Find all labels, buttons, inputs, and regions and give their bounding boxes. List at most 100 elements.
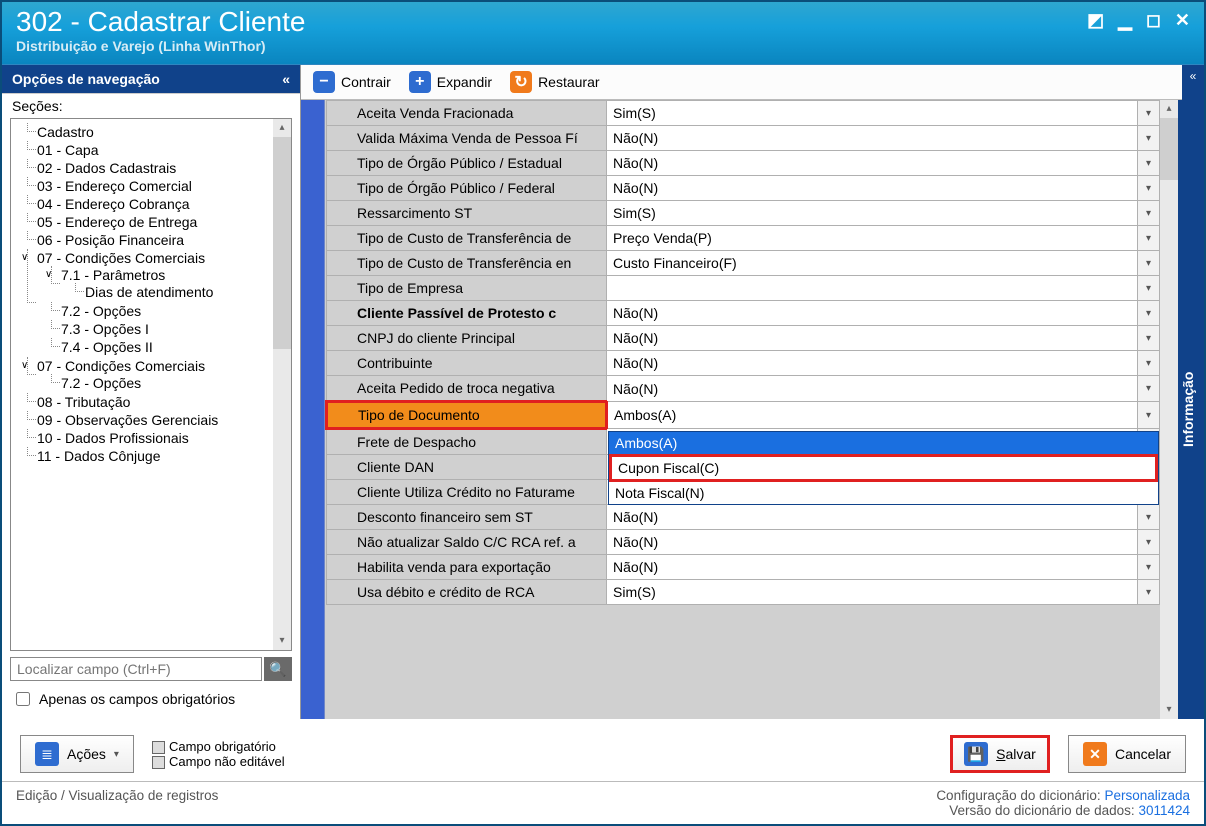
tree-item[interactable]: 03 - Endereço Comercial [27, 177, 271, 195]
save-button[interactable]: 💾 SSalvaralvar [950, 735, 1050, 773]
property-value[interactable]: Preço Venda(P)▾ [607, 226, 1160, 251]
property-label: Cliente Utiliza Crédito no Faturame [327, 480, 607, 505]
tree-item[interactable]: 09 - Observações Gerenciais [27, 411, 271, 429]
chevron-down-icon[interactable]: ▾ [1137, 376, 1159, 401]
tree-item[interactable]: ∨07 - Condições Comerciais 7.2 - Opções [27, 357, 271, 393]
save-icon: 💾 [964, 742, 988, 766]
tree-item[interactable]: 02 - Dados Cadastrais [27, 159, 271, 177]
tree-item[interactable]: 05 - Endereço de Entrega [27, 213, 271, 231]
only-required-checkbox[interactable]: Apenas os campos obrigatórios [2, 685, 300, 719]
chevron-down-icon[interactable]: ▾ [1137, 351, 1159, 375]
chevron-down-icon[interactable]: ▾ [1137, 176, 1159, 200]
dropdown-option[interactable]: Cupon Fiscal(C) [609, 454, 1158, 482]
tree-scrollbar[interactable]: ▴▾ [273, 119, 291, 650]
legend: Campo obrigatório Campo não editável [152, 739, 285, 769]
dict-config-link[interactable]: Personalizada [1104, 788, 1190, 803]
grid-gutter [301, 100, 325, 719]
property-value[interactable]: Não(N)▾ [607, 376, 1160, 402]
tree-item[interactable]: 7.3 - Opções I [51, 320, 271, 338]
chevron-down-icon[interactable]: ▾ [1137, 530, 1159, 554]
property-value[interactable]: Não(N)▾ [607, 326, 1160, 351]
nav-header: Opções de navegação « [2, 65, 300, 93]
window-maximize-icon[interactable]: ◻ [1146, 10, 1161, 31]
property-value[interactable]: Não(N)▾ [607, 126, 1160, 151]
property-label: Tipo de Documento [327, 402, 607, 429]
right-collapse-icon[interactable]: « [1182, 65, 1204, 100]
window-close-icon[interactable]: ✕ [1175, 10, 1190, 31]
property-value[interactable]: Não(N)▾ [607, 301, 1160, 326]
chevron-down-icon[interactable]: ▾ [1137, 201, 1159, 225]
search-button[interactable]: 🔍 [264, 657, 292, 681]
property-value[interactable]: Não(N)▾ [607, 505, 1160, 530]
tree-item[interactable]: 04 - Endereço Cobrança [27, 195, 271, 213]
plus-icon: + [409, 71, 431, 93]
tree-item[interactable]: ∨7.1 - Parâmetros Dias de atendimento [51, 266, 271, 302]
nav-collapse-icon[interactable]: « [282, 71, 290, 87]
dict-version-link[interactable]: 3011424 [1138, 803, 1190, 818]
dropdown-menu[interactable]: Ambos(A)Cupon Fiscal(C)Nota Fiscal(N) [608, 431, 1159, 505]
property-value[interactable]: Ambos(A)▾Ambos(A)Cupon Fiscal(C)Nota Fis… [607, 402, 1160, 429]
chevron-down-icon[interactable]: ▾ [1137, 151, 1159, 175]
property-value[interactable]: Não(N)▾ [607, 351, 1160, 376]
property-label: Tipo de Custo de Transferência en [327, 251, 607, 276]
tree-item[interactable]: 11 - Dados Cônjuge [27, 447, 271, 465]
restore-button[interactable]: ↻Restaurar [510, 71, 599, 93]
tree-item[interactable]: 7.2 - Opções [51, 302, 271, 320]
chevron-down-icon[interactable]: ▾ [1137, 101, 1159, 125]
tree-item[interactable]: Dias de atendimento [75, 283, 271, 301]
property-value[interactable]: Custo Financeiro(F)▾ [607, 251, 1160, 276]
tree-item[interactable]: 10 - Dados Profissionais [27, 429, 271, 447]
window-minimize-icon[interactable]: ▁ [1118, 10, 1132, 31]
dropdown-option[interactable]: Nota Fiscal(N) [609, 482, 1158, 504]
property-value[interactable]: Não(N)▾ [607, 176, 1160, 201]
tree-item[interactable]: 06 - Posição Financeira [27, 231, 271, 249]
property-label: Habilita venda para exportação [327, 555, 607, 580]
nav-panel: Opções de navegação « Seções: Cadastro 0… [2, 65, 300, 719]
chevron-down-icon: ∨ [21, 360, 31, 370]
chevron-down-icon[interactable]: ▾ [1137, 276, 1159, 300]
info-tab[interactable]: Informação [1178, 100, 1204, 719]
property-label: Frete de Despacho [327, 429, 607, 455]
property-value[interactable]: Não(N)▾ [607, 151, 1160, 176]
window-subtitle: Distribuição e Varejo (Linha WinThor) [16, 38, 305, 54]
search-input[interactable] [10, 657, 262, 681]
property-value[interactable]: Sim(S)▾ [607, 101, 1160, 126]
cancel-button[interactable]: ✕ Cancelar [1068, 735, 1186, 773]
chevron-down-icon[interactable]: ▾ [1137, 402, 1159, 428]
chevron-down-icon[interactable]: ▾ [1137, 580, 1159, 604]
property-label: Cliente Passível de Protesto c [327, 301, 607, 326]
app-window: 302 - Cadastrar Cliente Distribuição e V… [0, 0, 1206, 826]
chevron-down-icon[interactable]: ▾ [1137, 126, 1159, 150]
tree-item[interactable]: 08 - Tributação [27, 393, 271, 411]
property-label: Tipo de Órgão Público / Federal [327, 176, 607, 201]
chevron-down-icon[interactable]: ▾ [1137, 301, 1159, 325]
dropdown-option[interactable]: Ambos(A) [609, 432, 1158, 454]
grid-scrollbar[interactable]: ▴▾ [1160, 100, 1178, 719]
chevron-down-icon[interactable]: ▾ [1137, 505, 1159, 529]
property-value[interactable]: ▾ [607, 276, 1160, 301]
window-help-icon[interactable]: ◩ [1087, 10, 1104, 31]
property-value[interactable]: Sim(S)▾ [607, 580, 1160, 605]
tree-item[interactable]: 01 - Capa [27, 141, 271, 159]
property-value[interactable]: Sim(S)▾ [607, 201, 1160, 226]
property-value[interactable]: Não(N)▾ [607, 555, 1160, 580]
chevron-down-icon[interactable]: ▾ [1137, 251, 1159, 275]
chevron-down-icon[interactable]: ▾ [1137, 555, 1159, 579]
actions-button[interactable]: ≣ Ações ▾ [20, 735, 134, 773]
tree-item[interactable]: Cadastro [27, 123, 271, 141]
nav-tree[interactable]: Cadastro 01 - Capa 02 - Dados Cadastrais… [11, 119, 273, 650]
status-left: Edição / Visualização de registros [16, 788, 218, 818]
tree-item[interactable]: 7.2 - Opções [51, 374, 271, 392]
collapse-button[interactable]: −Contrair [313, 71, 391, 93]
chevron-down-icon: ▾ [114, 749, 119, 760]
property-label: Tipo de Empresa [327, 276, 607, 301]
tree-item[interactable]: ∨07 - Condições Comerciais ∨7.1 - Parâme… [27, 249, 271, 357]
tree-item[interactable]: 7.4 - Opções II [51, 338, 271, 356]
property-label: Aceita Venda Fracionada [327, 101, 607, 126]
chevron-down-icon[interactable]: ▾ [1137, 326, 1159, 350]
chevron-down-icon[interactable]: ▾ [1137, 226, 1159, 250]
property-label: Tipo de Custo de Transferência de [327, 226, 607, 251]
footer: ≣ Ações ▾ Campo obrigatório Campo não ed… [2, 719, 1204, 781]
expand-button[interactable]: +Expandir [409, 71, 492, 93]
property-value[interactable]: Não(N)▾ [607, 530, 1160, 555]
